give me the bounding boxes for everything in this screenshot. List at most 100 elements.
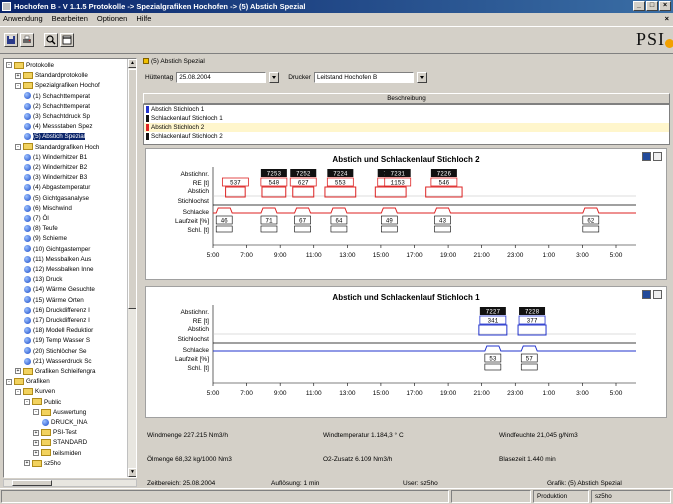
menu-anwendung[interactable]: Anwendung (3, 13, 43, 25)
series-color-marker (146, 133, 149, 140)
collapse-icon[interactable]: - (15, 388, 21, 395)
tree-item[interactable]: - Protokolle (6, 61, 130, 71)
series-list[interactable]: Abstich Stichloch 1 Schlackenlauf Stichlo… (143, 104, 670, 145)
date-select[interactable]: 25.08.2004 (176, 72, 267, 83)
tree-item[interactable]: - Kurven (15, 387, 136, 397)
tree-item[interactable]: (4) Messstaben Spez (24, 122, 136, 132)
window-button[interactable] (60, 33, 74, 47)
tree-item[interactable]: (13) Druck (24, 275, 136, 285)
tree-item[interactable]: (10) Gichtgastemper (24, 245, 136, 255)
tree-item[interactable]: (12) Messbalken Inne (24, 265, 136, 275)
x-tick-label: 13:00 (339, 252, 356, 259)
tap-bar (225, 186, 246, 198)
tree-item[interactable]: + teilsmiden (33, 449, 136, 459)
tree-item[interactable]: (1) Schachttemperat (24, 92, 136, 102)
chevron-down-icon (419, 76, 424, 79)
graphic-icon (24, 194, 31, 202)
maximize-button[interactable]: □ (646, 1, 658, 11)
tree-item[interactable]: (8) Teufe (24, 224, 136, 234)
tree-item[interactable]: (19) Temp Wasser S (24, 336, 136, 346)
tree-item[interactable]: + STANDARD (33, 438, 136, 448)
tree-item[interactable]: (4) Abgastemperatur (24, 183, 136, 193)
list-header[interactable]: Beschreibung (143, 93, 670, 104)
tree-item[interactable]: - Public (24, 398, 136, 408)
tree-item[interactable]: (14) Wärme Gesuchte (24, 285, 136, 295)
tree-item[interactable]: - Spezialgrafiken Hochof (15, 81, 136, 91)
navigation-tree[interactable]: ▲ ▼ - Protokolle + Standardprotokolle - Spezi… (3, 58, 137, 478)
tree-hscrollbar[interactable] (3, 479, 137, 487)
expand-icon[interactable]: + (15, 72, 21, 79)
expand-icon[interactable]: + (24, 460, 30, 467)
zoom-button[interactable] (44, 33, 58, 47)
series-list-item[interactable]: Abstich Stichloch 1 (144, 105, 669, 114)
tap-number: 7227 (486, 309, 501, 316)
collapse-icon[interactable]: - (24, 398, 30, 405)
tree-item[interactable]: DRUCK_INA (42, 418, 136, 428)
tree-item[interactable]: (2) Schachttemperat (24, 102, 136, 112)
tree-item[interactable]: (6) Mischwind (24, 204, 136, 214)
printer-dropdown-button[interactable] (416, 72, 427, 83)
tree-item[interactable]: - Auswertung (33, 408, 136, 418)
date-dropdown-button[interactable] (269, 72, 280, 83)
series-list-item[interactable]: Schlackenlauf Stichloch 2 (144, 132, 669, 141)
tree-item[interactable]: (3) Winderhitzer B3 (24, 173, 136, 183)
expand-icon[interactable]: + (33, 429, 39, 436)
series-list-item[interactable]: Schlackenlauf Stichloch 1 (144, 114, 669, 123)
close-button[interactable]: × (659, 1, 671, 11)
tree-item[interactable]: (16) Druckdifferenz I (24, 306, 136, 316)
tree-item[interactable]: (3) Schachtdruck Sp (24, 112, 136, 122)
tree-item[interactable]: (21) Wasserdruck Sc (24, 357, 136, 367)
tree-item[interactable]: - Grafiken (6, 377, 130, 387)
x-tick-label: 5:00 (610, 252, 623, 259)
folder-icon (23, 388, 33, 396)
tree-item[interactable]: (17) Druckdifferenz I (24, 316, 136, 326)
tree-item[interactable]: (7) Öl (24, 214, 136, 224)
tree-item[interactable]: - Standardgrafiken Hoch (15, 143, 136, 153)
expand-icon[interactable]: + (33, 439, 39, 446)
x-tick-label: 13:00 (339, 390, 356, 397)
tree-item[interactable]: (15) Wärme Orten (24, 296, 136, 306)
collapse-icon[interactable]: - (6, 378, 12, 385)
tree-item[interactable]: (18) Modell Reduktior (24, 326, 136, 336)
scroll-down-icon[interactable]: ▼ (128, 468, 136, 477)
tree-item-label: (6) Mischwind (33, 204, 72, 212)
expand-icon[interactable]: + (33, 449, 39, 456)
user-text: User: sz5ho (403, 480, 438, 487)
x-tick-label: 23:00 (507, 390, 524, 397)
x-tick-label: 11:00 (306, 252, 322, 259)
collapse-icon[interactable]: - (15, 143, 21, 150)
menu-bearbeiten[interactable]: Bearbeiten (52, 13, 88, 25)
row-label: Schl. [t] (187, 227, 209, 234)
tree-item[interactable]: (9) Schieme (24, 234, 136, 244)
close-icon[interactable]: × (665, 13, 669, 25)
tree-item[interactable]: (20) Stichlöcher Se (24, 347, 136, 357)
tree-item[interactable]: (5) Gichtgasanalyse (24, 194, 136, 204)
tree-item[interactable]: + Standardprotokolle (15, 71, 136, 81)
tree-item[interactable]: + sz5ho (24, 459, 136, 469)
tree-item[interactable]: (11) Messbalken Aus (24, 255, 136, 265)
minimize-button[interactable]: _ (633, 1, 645, 11)
print-button[interactable] (20, 33, 34, 47)
tree-item[interactable]: (5) Abstich Spezial (24, 132, 136, 142)
x-tick-label: 5:00 (610, 390, 623, 397)
menu-optionen[interactable]: Optionen (97, 13, 127, 25)
hscroll-thumb[interactable] (12, 480, 52, 486)
tree-item[interactable]: (2) Winderhitzer B2 (24, 163, 136, 173)
tree-item[interactable]: + PSI-Test (33, 428, 136, 438)
save-button[interactable] (4, 33, 18, 47)
tree-item-label: (19) Temp Wasser S (33, 337, 91, 345)
slag-line (213, 345, 636, 352)
tree-item-label: Kurven (35, 388, 55, 396)
series-list-item[interactable]: Abstich Stichloch 2 (144, 123, 669, 132)
collapse-icon[interactable]: - (6, 62, 12, 69)
collapse-icon[interactable]: - (33, 409, 39, 416)
tree-item[interactable]: + Grafiken Schleifengra (15, 367, 136, 377)
app-icon (2, 2, 11, 11)
collapse-icon[interactable]: - (15, 82, 21, 89)
tree-item[interactable]: (1) Winderhitzer B1 (24, 153, 136, 163)
expand-icon[interactable]: + (15, 368, 21, 375)
printer-select[interactable]: Leitstand Hochofen B (313, 72, 414, 83)
date-value: 25.08.2004 (179, 74, 211, 81)
menu-hilfe[interactable]: Hilfe (136, 13, 151, 25)
slag-weight-box (215, 225, 233, 233)
